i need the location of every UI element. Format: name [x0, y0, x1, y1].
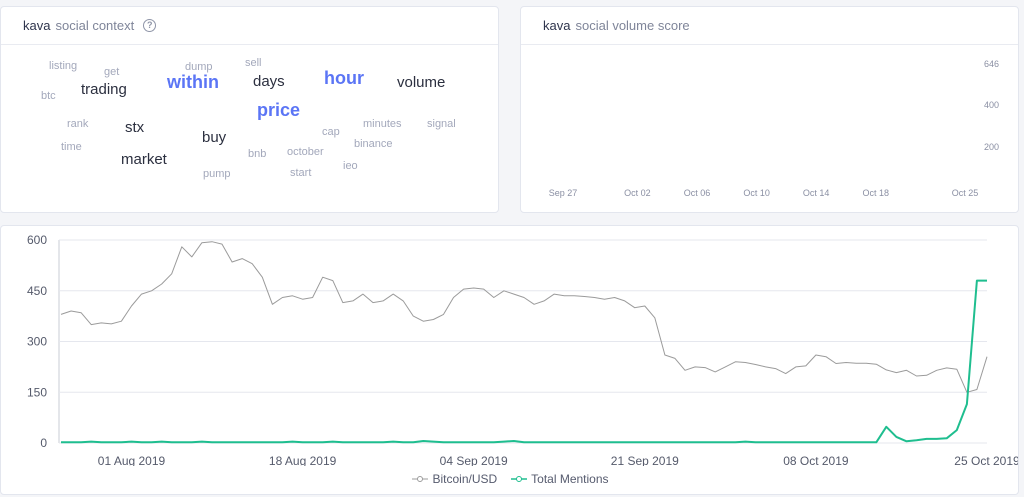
volume-x-tick: Oct 10	[743, 188, 770, 198]
social-volume-header: kava social volume score	[521, 7, 1018, 45]
y-tick-label: 600	[27, 233, 47, 247]
y-tick-label: 450	[27, 284, 47, 298]
info-icon[interactable]: ?	[143, 19, 157, 32]
social-volume-chart: Sep 27 Oct 02 Oct 06 Oct 10 Oct 14 Oct 18 Oct …	[549, 59, 999, 198]
context-title: social context	[55, 18, 135, 33]
word-cloud-item[interactable]: sell	[245, 57, 262, 69]
context-ticker: kava	[23, 18, 51, 33]
word-cloud-item[interactable]: btc	[41, 90, 56, 102]
legend-bitcoin-marker	[412, 476, 429, 482]
price-mentions-card: 0 150 300 450 600 01 Aug 2019 18 Aug 2019 04 Se…	[0, 225, 1019, 495]
word-cloud-item[interactable]: ieo	[343, 160, 358, 172]
volume-y-tick: 646	[984, 59, 999, 69]
word-cloud-item[interactable]: pump	[203, 168, 231, 180]
word-cloud-item[interactable]: volume	[397, 74, 445, 91]
x-tick-label: 25 Oct 2019	[954, 454, 1018, 466]
x-tick-label: 21 Sep 2019	[611, 454, 679, 466]
social-context-card: kava social context ? listing get dump sell…	[0, 6, 499, 213]
volume-title: social volume score	[575, 18, 690, 33]
word-cloud-item[interactable]: cap	[322, 126, 340, 138]
volume-y-tick: 200	[984, 142, 999, 152]
word-cloud-item[interactable]: days	[253, 73, 285, 90]
y-tick-label: 150	[27, 385, 47, 399]
word-cloud-item[interactable]: market	[121, 151, 167, 168]
legend-mentions-label: Total Mentions	[531, 472, 609, 486]
x-tick-label: 04 Sep 2019	[440, 454, 508, 466]
word-cloud-item[interactable]: listing	[49, 60, 77, 72]
volume-x-tick: Oct 14	[803, 188, 830, 198]
word-cloud-item[interactable]: binance	[354, 138, 393, 150]
word-cloud-item[interactable]: start	[290, 167, 311, 179]
social-context-header: kava social context ?	[1, 7, 498, 45]
x-tick-label: 08 Oct 2019	[783, 454, 849, 466]
word-cloud-item[interactable]: bnb	[248, 148, 266, 160]
legend-mentions-marker	[511, 476, 528, 482]
y-tick-label: 300	[27, 335, 47, 349]
volume-x-tick: Sep 27	[549, 188, 578, 198]
legend-mentions[interactable]: Total Mentions	[511, 472, 609, 486]
x-tick-label: 01 Aug 2019	[98, 454, 166, 466]
word-cloud-item[interactable]: buy	[202, 129, 226, 146]
volume-ticker: kava	[543, 18, 571, 33]
word-cloud-item[interactable]: stx	[125, 119, 144, 136]
volume-x-tick: Oct 02	[624, 188, 651, 198]
word-cloud-item[interactable]: get	[104, 66, 119, 78]
x-tick-label: 18 Aug 2019	[269, 454, 337, 466]
word-cloud-item[interactable]: rank	[67, 118, 88, 130]
legend-bitcoin[interactable]: Bitcoin/USD	[412, 472, 497, 486]
volume-y-tick: 400	[984, 100, 999, 110]
word-cloud-item[interactable]: hour	[324, 68, 364, 89]
legend-bitcoin-label: Bitcoin/USD	[432, 472, 498, 486]
volume-x-tick: Oct 18	[862, 188, 889, 198]
y-tick-label: 0	[40, 436, 47, 450]
word-cloud-item[interactable]: within	[167, 72, 219, 93]
word-cloud-item[interactable]: signal	[427, 118, 456, 130]
volume-x-tick: Oct 06	[684, 188, 711, 198]
chart-legend: Bitcoin/USD Total Mentions	[1, 472, 1020, 486]
word-cloud-item[interactable]: minutes	[363, 118, 402, 130]
bitcoin-usd-line	[60, 241, 988, 393]
volume-x-tick: Oct 25	[952, 188, 979, 198]
word-cloud-item[interactable]: price	[257, 100, 300, 121]
word-cloud-item[interactable]: trading	[81, 81, 127, 98]
social-volume-card: kava social volume score Sep 27 Oct 02 Oct…	[520, 6, 1019, 213]
word-cloud-item[interactable]: time	[61, 141, 82, 153]
word-cloud-item[interactable]: october	[287, 146, 324, 158]
price-mentions-chart: 0 150 300 450 600 01 Aug 2019 18 Aug 2019 04 Se…	[27, 233, 1018, 466]
total-mentions-line	[61, 279, 987, 444]
